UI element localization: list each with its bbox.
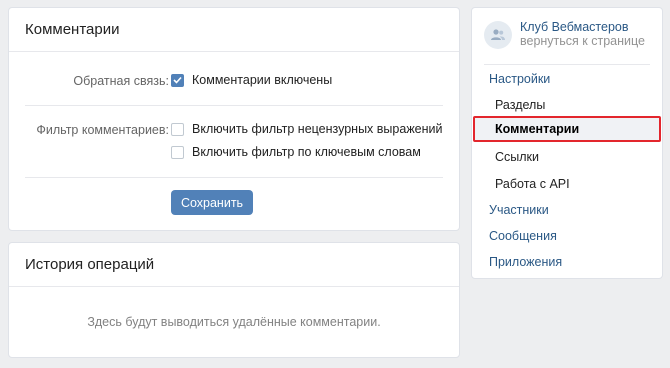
filter-obscene-checkbox[interactable] <box>171 122 184 136</box>
filter-obscene-label: Включить фильтр нецензурных выражений <box>192 122 443 136</box>
back-to-page-link[interactable]: вернуться к странице <box>520 34 645 49</box>
comments-settings-card: Комментарии Обратная связь: Комментарии … <box>8 7 460 231</box>
sidebar-item-apps[interactable]: Приложения <box>472 249 662 275</box>
sidebar-item-messages[interactable]: Сообщения <box>472 223 662 249</box>
club-header[interactable]: Клуб Вебмастеров вернуться к странице <box>484 20 645 49</box>
filter-keywords-option[interactable]: Включить фильтр по ключевым словам <box>171 145 421 159</box>
checkmark-icon <box>173 76 182 84</box>
filter-obscene-option[interactable]: Включить фильтр нецензурных выражений <box>171 122 443 136</box>
divider <box>484 64 650 65</box>
sidebar-item-sections[interactable]: Разделы <box>472 92 662 118</box>
sidebar-item-settings[interactable]: Настройки <box>472 66 662 92</box>
comments-enabled-option[interactable]: Комментарии включены <box>171 73 332 87</box>
filter-keywords-label: Включить фильтр по ключевым словам <box>192 145 421 159</box>
sidebar-item-links[interactable]: Ссылки <box>472 144 662 170</box>
history-card: История операций Здесь будут выводиться … <box>8 242 460 358</box>
divider <box>25 105 443 106</box>
save-button[interactable]: Сохранить <box>171 190 253 215</box>
sidebar-item-members[interactable]: Участники <box>472 197 662 223</box>
divider <box>25 177 443 178</box>
comments-enabled-checkbox[interactable] <box>171 73 184 87</box>
sidebar-item-api[interactable]: Работа с API <box>472 171 662 197</box>
history-card-title: История операций <box>9 243 459 287</box>
club-name-link[interactable]: Клуб Вебмастеров <box>520 20 645 34</box>
sidebar-item-comments[interactable]: Комментарии <box>473 116 661 142</box>
history-empty-text: Здесь будут выводиться удалённые коммент… <box>87 315 381 329</box>
avatar[interactable] <box>484 20 512 49</box>
filter-label: Фильтр комментариев: <box>36 123 169 137</box>
comments-enabled-label: Комментарии включены <box>192 73 333 87</box>
filter-keywords-checkbox[interactable] <box>171 145 184 159</box>
settings-card-title: Комментарии <box>9 8 459 52</box>
feedback-label: Обратная связь: <box>73 74 169 88</box>
group-icon <box>491 28 505 40</box>
sidebar-menu-card: Клуб Вебмастеров вернуться к странице На… <box>471 7 663 279</box>
